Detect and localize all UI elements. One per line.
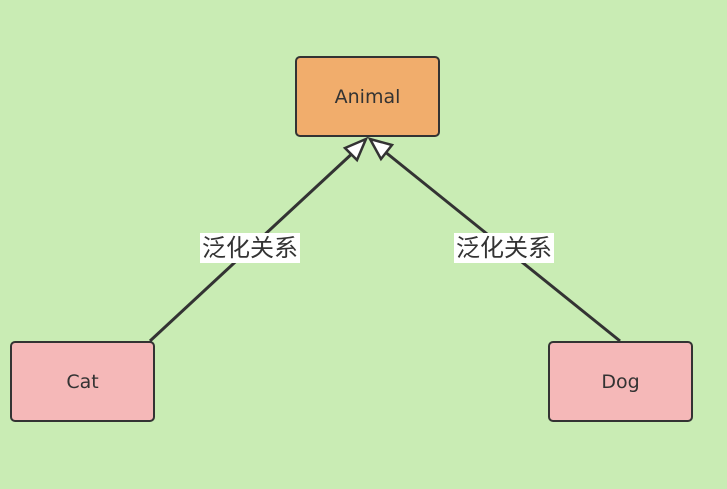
dog-edge-label: 泛化关系: [454, 233, 554, 263]
dog-class-label: Dog: [601, 370, 640, 393]
cat-edge-label: 泛化关系: [200, 233, 300, 263]
animal-class-label: Animal: [334, 85, 401, 108]
cat-class-label: Cat: [66, 370, 99, 393]
diagram-canvas: Animal Cat Dog 泛化关系 泛化关系: [0, 0, 727, 489]
dog-class-box[interactable]: Dog: [548, 341, 693, 422]
cat-class-box[interactable]: Cat: [10, 341, 155, 422]
animal-class-box[interactable]: Animal: [295, 56, 440, 137]
